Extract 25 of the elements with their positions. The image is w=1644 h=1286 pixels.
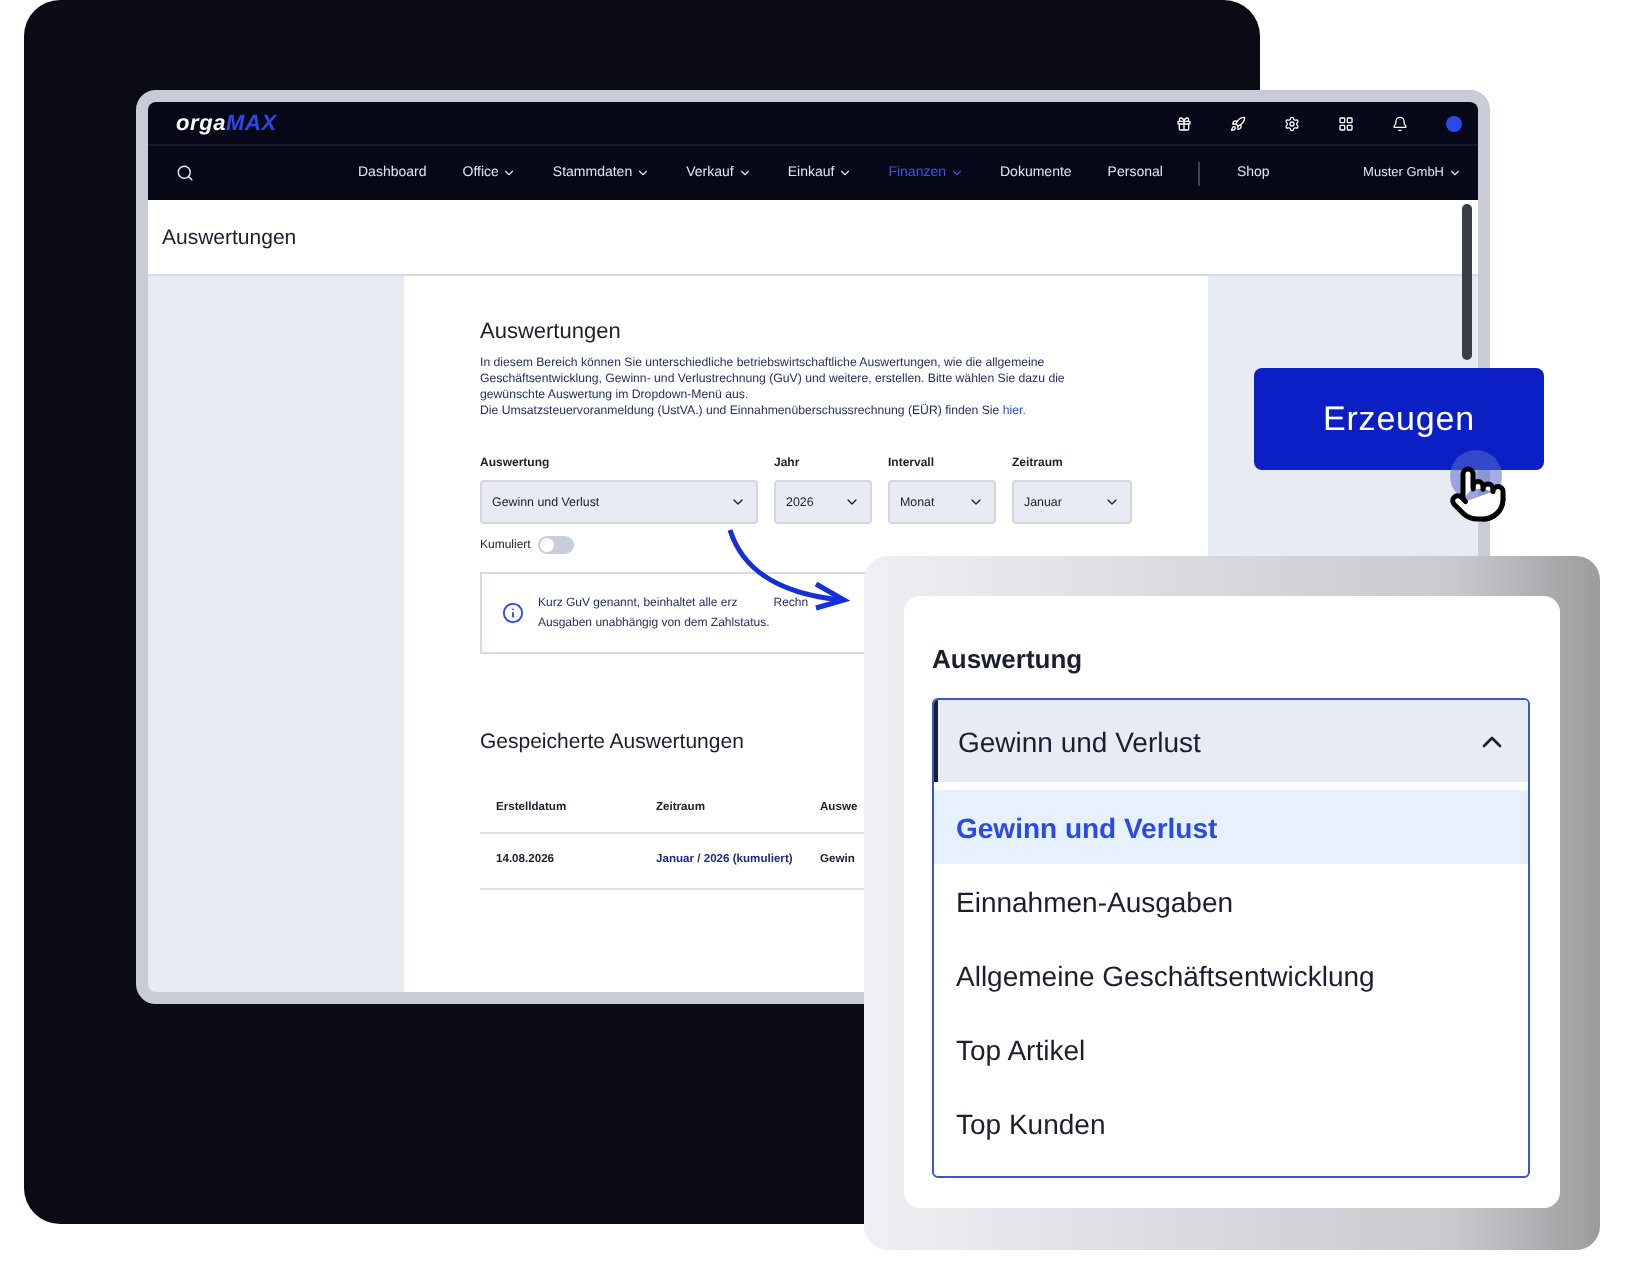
chevron-icon: [730, 494, 746, 510]
dropdown-option[interactable]: Gewinn und Verlust: [934, 790, 1528, 864]
toggle-switch[interactable]: [538, 536, 575, 554]
dropdown-list[interactable]: Gewinn und Verlust Gewinn und Verlust Einnahmen-Ausgaben Allgemeine Geschäftsentwicklung Top Artikel Top Kunden: [932, 698, 1530, 1178]
select-field[interactable]: Gewinn und Verlust: [934, 700, 1528, 782]
avatar[interactable]: [1446, 115, 1462, 131]
logo: orgaMAX: [176, 111, 277, 135]
chevron-icon: [1448, 166, 1462, 180]
field-label: Auswertung: [932, 644, 1085, 674]
info-icon: [502, 602, 524, 624]
chevron-icon: [1104, 494, 1120, 510]
search-icon[interactable]: [176, 164, 194, 182]
scrollbar[interactable]: [1462, 204, 1472, 360]
grid-icon[interactable]: [1338, 115, 1354, 131]
rocket-icon[interactable]: [1230, 115, 1246, 131]
page-title: Auswertungen: [162, 225, 297, 249]
gift-icon[interactable]: [1176, 115, 1192, 131]
generate-button[interactable]: Erzeugen: [1254, 368, 1544, 470]
section-title: Auswertungen: [480, 320, 623, 344]
chevron-icon: [844, 494, 860, 510]
section-title: Gespeicherte Auswertungen: [480, 730, 744, 754]
chevron-icon: [968, 494, 984, 510]
bell-icon[interactable]: [1392, 115, 1408, 131]
settings-icon[interactable]: [1284, 115, 1300, 131]
curved-arrow: [724, 524, 852, 612]
